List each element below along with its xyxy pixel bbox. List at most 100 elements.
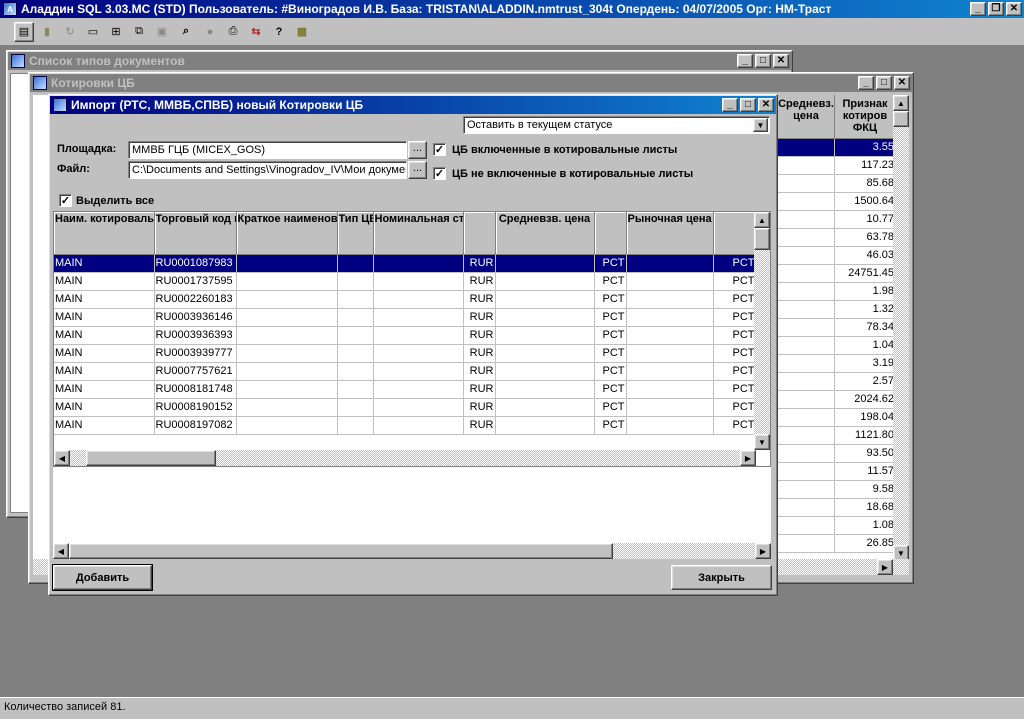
import-hscroll[interactable]: ◀ ▶ bbox=[54, 450, 756, 466]
import-vscroll[interactable]: ▲ bbox=[754, 212, 770, 450]
quote-row[interactable]: 10.77 bbox=[778, 211, 895, 229]
arrange-icon[interactable]: ▣ bbox=[152, 22, 172, 42]
table-row[interactable]: MAIN RU0008181748 RUR PCT PCT bbox=[54, 380, 757, 399]
quotes-minimize-button[interactable]: _ bbox=[858, 76, 874, 90]
column-header[interactable]: Средневзв. цена bbox=[495, 212, 595, 255]
quote-row[interactable]: 2024.62 bbox=[778, 391, 895, 409]
list-icon[interactable]: ▤ bbox=[14, 21, 34, 42]
quote-row[interactable]: 1.32 bbox=[778, 301, 895, 319]
binoculars-icon[interactable]: ⌕ bbox=[175, 22, 197, 42]
doc-types-close-button[interactable]: ✕ bbox=[773, 54, 789, 68]
file-browse-button[interactable]: ... bbox=[408, 161, 427, 179]
table-row[interactable]: MAIN RU0001087983 RUR PCT PCT bbox=[54, 254, 757, 273]
quote-row[interactable]: 1.98 bbox=[778, 283, 895, 301]
column-header[interactable] bbox=[594, 212, 627, 255]
status-select[interactable]: Оставить в текущем статусе ▼ bbox=[463, 116, 770, 134]
column-header[interactable]: Рыночная цена (1) bbox=[626, 212, 714, 255]
included-checkbox[interactable]: ✓ bbox=[433, 143, 446, 156]
refresh-icon[interactable]: ↻ bbox=[60, 22, 80, 42]
quote-row[interactable]: 3.55 bbox=[778, 139, 895, 157]
quote-row[interactable]: 11.57 bbox=[778, 463, 895, 481]
quote-row[interactable]: 3.19 bbox=[778, 355, 895, 373]
quote-row[interactable]: 93.50 bbox=[778, 445, 895, 463]
quote-row[interactable]: 46.03 bbox=[778, 247, 895, 265]
quote-row[interactable]: 63.78 bbox=[778, 229, 895, 247]
platform-browse-button[interactable]: ... bbox=[408, 141, 427, 159]
file-field[interactable]: C:\Documents and Settings\Vinogradov_IV\… bbox=[128, 161, 407, 179]
quote-row[interactable]: 198.04 bbox=[778, 409, 895, 427]
quote-row[interactable]: 1.04 bbox=[778, 337, 895, 355]
details-hscroll[interactable]: ◀ ▶ bbox=[53, 543, 771, 559]
close-button[interactable]: Закрыть bbox=[671, 565, 772, 590]
app-close-button[interactable]: ✕ bbox=[1006, 2, 1022, 16]
doc-types-maximize-button[interactable]: □ bbox=[755, 54, 771, 68]
quote-row[interactable]: 26.85 bbox=[778, 535, 895, 553]
scroll-up-icon[interactable]: ▲ bbox=[893, 95, 909, 111]
dialog-maximize-button[interactable]: □ bbox=[740, 98, 756, 112]
add-button[interactable]: Добавить bbox=[52, 564, 153, 591]
scroll-down-icon[interactable]: ▼ bbox=[754, 434, 770, 450]
included-checkbox-row[interactable]: ✓ ЦБ включенные в котировальные листы bbox=[433, 143, 677, 156]
table-row[interactable]: MAIN RU0003939777 RUR PCT PCT bbox=[54, 344, 757, 363]
database-icon[interactable]: ▮ bbox=[37, 22, 57, 42]
scroll-up-icon[interactable]: ▲ bbox=[754, 212, 770, 228]
quotes-header-flag[interactable]: Признак котиров ФКЦ bbox=[835, 95, 895, 139]
print-icon[interactable]: ⎙ bbox=[223, 22, 243, 42]
quote-row[interactable]: 18.68 bbox=[778, 499, 895, 517]
select-all-row[interactable]: ✓ Выделить все bbox=[59, 194, 154, 207]
table-row[interactable]: MAIN RU0001737595 RUR PCT PCT bbox=[54, 272, 757, 291]
quote-row[interactable]: 1.08 bbox=[778, 517, 895, 535]
quote-row[interactable]: 1500.64 bbox=[778, 193, 895, 211]
quote-row[interactable]: 1121.80 bbox=[778, 427, 895, 445]
table-row[interactable]: MAIN RU0007757621 RUR PCT PCT bbox=[54, 362, 757, 381]
dialog-close-button[interactable]: ✕ bbox=[758, 98, 774, 112]
tile-icon[interactable]: ⊞ bbox=[106, 22, 126, 42]
cascade-icon[interactable]: ⧉ bbox=[129, 22, 149, 42]
quotes-vscroll[interactable]: ▲ bbox=[893, 95, 909, 561]
column-header[interactable]: Наим. котировального листа bbox=[54, 212, 155, 255]
scroll-left-icon[interactable]: ◀ bbox=[54, 450, 70, 466]
platform-field[interactable]: ММВБ ГЦБ (MICEX_GOS) bbox=[128, 141, 407, 159]
excluded-checkbox-row[interactable]: ✓ ЦБ не включенные в котировальные листы bbox=[433, 167, 693, 180]
export-icon[interactable]: ⇆ bbox=[246, 22, 266, 42]
import-grid[interactable]: Наим. котировального листаТорговый код ц… bbox=[53, 211, 771, 467]
quote-row[interactable]: 85.68 bbox=[778, 175, 895, 193]
column-header[interactable]: Номинальная стоимость bbox=[373, 212, 464, 255]
app-minimize-button[interactable]: _ bbox=[970, 2, 986, 16]
quote-row[interactable]: 78.34 bbox=[778, 319, 895, 337]
quote-row[interactable]: 2.57 bbox=[778, 373, 895, 391]
scroll-right-icon[interactable]: ▶ bbox=[755, 543, 771, 559]
exit-icon[interactable]: ▩ bbox=[292, 22, 312, 42]
table-row[interactable]: MAIN RU0008197082 RUR PCT PCT bbox=[54, 416, 757, 435]
column-header[interactable]: Торговый код ценной бумаги bbox=[154, 212, 237, 255]
chevron-down-icon[interactable]: ▼ bbox=[753, 118, 768, 132]
window-icon[interactable]: ▭ bbox=[83, 22, 103, 42]
select-all-checkbox[interactable]: ✓ bbox=[59, 194, 72, 207]
table-row[interactable]: MAIN RU0008190152 RUR PCT PCT bbox=[54, 398, 757, 417]
quotes-maximize-button[interactable]: □ bbox=[876, 76, 892, 90]
details-hscroll-thumb[interactable] bbox=[69, 543, 613, 559]
help-icon[interactable]: ? bbox=[269, 22, 289, 42]
scroll-left-icon[interactable]: ◀ bbox=[53, 543, 69, 559]
column-header[interactable]: Краткое наименование ЦБ bbox=[236, 212, 338, 255]
dialog-minimize-button[interactable]: _ bbox=[722, 98, 738, 112]
stop-icon[interactable]: ● bbox=[200, 22, 220, 42]
scroll-right-icon[interactable]: ▶ bbox=[740, 450, 756, 466]
doc-types-minimize-button[interactable]: _ bbox=[737, 54, 753, 68]
quote-row[interactable]: 117.23 bbox=[778, 157, 895, 175]
quotes-close-button[interactable]: ✕ bbox=[894, 76, 910, 90]
quote-row[interactable]: 9.58 bbox=[778, 481, 895, 499]
quote-row[interactable]: 24751.45 bbox=[778, 265, 895, 283]
doc-types-list[interactable] bbox=[10, 73, 30, 513]
scroll-right-icon[interactable]: ▶ bbox=[877, 559, 893, 575]
import-hscroll-thumb[interactable] bbox=[86, 450, 216, 466]
column-header[interactable]: Тип ЦБ bbox=[337, 212, 374, 255]
table-row[interactable]: MAIN RU0003936146 RUR PCT PCT bbox=[54, 308, 757, 327]
quotes-header-avg[interactable]: Средневз. цена bbox=[778, 95, 835, 139]
import-table[interactable]: Наим. котировального листаТорговый код ц… bbox=[54, 212, 757, 435]
table-row[interactable]: MAIN RU0003936393 RUR PCT PCT bbox=[54, 326, 757, 345]
table-row[interactable]: MAIN RU0002260183 RUR PCT PCT bbox=[54, 290, 757, 309]
column-header[interactable] bbox=[713, 212, 757, 255]
column-header[interactable] bbox=[463, 212, 496, 255]
excluded-checkbox[interactable]: ✓ bbox=[433, 167, 446, 180]
